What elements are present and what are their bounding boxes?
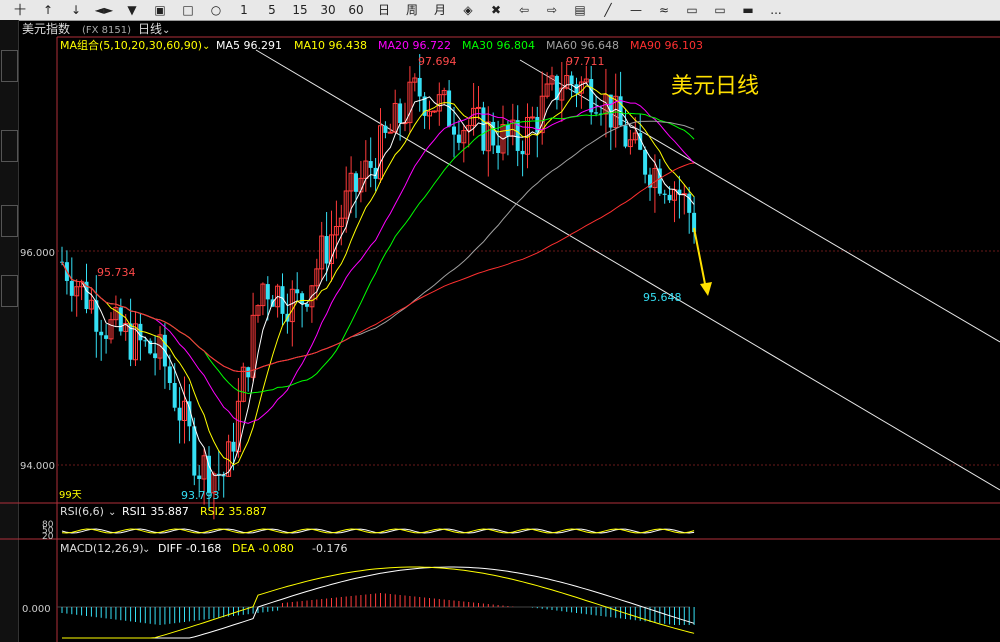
high-label-1: 97.694 <box>418 55 457 68</box>
candle-body <box>172 383 177 408</box>
chevron-down-icon[interactable]: ⌄ <box>202 41 210 52</box>
ma10-value: MA10 96.438 <box>294 39 367 52</box>
high-label-2: 97.711 <box>566 55 605 68</box>
candle-body <box>496 145 501 153</box>
ma30-value: MA30 96.804 <box>462 39 535 52</box>
candle-body <box>138 323 143 341</box>
candle-body <box>569 75 574 85</box>
macd-title[interactable]: MACD(12,26,9) <box>60 542 144 555</box>
candle-body <box>383 125 388 133</box>
candle-body <box>623 125 628 147</box>
candle-body <box>177 407 182 421</box>
rsi-axis-20: 20 <box>42 532 54 542</box>
macd-histogram-value: -0.176 <box>312 542 347 555</box>
down-arrow-icon <box>693 227 712 296</box>
symbol-code: (FX 8151) <box>82 25 131 36</box>
candle-body <box>594 112 599 114</box>
rsi-title[interactable]: RSI(6,6) <box>60 505 104 518</box>
symbol-title: 美元指数 <box>22 21 70 36</box>
candle-body <box>431 110 437 113</box>
candle-body <box>554 75 559 101</box>
bottom-low-label: 93.793 <box>181 489 220 502</box>
rsi2-value: RSI2 35.887 <box>200 505 267 518</box>
ma5-value: MA5 96.291 <box>216 39 282 52</box>
macd-diff-value: DIFF -0.168 <box>158 542 221 555</box>
candle-body <box>373 167 378 179</box>
candle-body <box>324 236 329 264</box>
candles-group <box>60 54 697 520</box>
candle-body <box>354 173 358 192</box>
candle-body <box>231 441 236 452</box>
chevron-down-icon[interactable]: ⌄ <box>162 25 170 36</box>
chevron-down-icon[interactable]: ⌄ <box>108 507 116 518</box>
candle-body <box>452 126 456 135</box>
ma-group-label[interactable]: MA组合(5,10,20,30,60,90) <box>60 38 202 52</box>
left-high-label: 95.734 <box>97 266 136 279</box>
candle-body <box>305 303 309 307</box>
days-count: 99天 <box>59 490 82 501</box>
macd-dea-value: DEA -0.080 <box>232 542 294 555</box>
axis-label-94: 94.000 <box>20 461 55 472</box>
rsi-lines <box>61 528 695 534</box>
candle-body <box>167 366 172 384</box>
candle-body <box>265 284 270 300</box>
candlestick-chart[interactable]: 美元指数 (FX 8151) 日线 ⌄ MA组合(5,10,20,30,60,9… <box>0 0 1000 642</box>
recent-low-label: 95.648 <box>643 291 682 304</box>
candle-body <box>104 335 109 339</box>
trend-line-lower[interactable] <box>255 49 1000 491</box>
candle-body <box>687 193 692 213</box>
candle-body <box>662 193 667 195</box>
macd-axis-0: 0.000 <box>22 604 51 615</box>
rsi-line <box>61 528 695 534</box>
candle-body <box>529 116 535 119</box>
candle-body <box>589 79 594 113</box>
candle-body <box>197 475 202 479</box>
candle-body <box>368 161 373 168</box>
candle-body <box>417 77 422 97</box>
candle-body <box>295 289 300 294</box>
candle-body <box>520 150 525 155</box>
candle-body <box>643 149 648 175</box>
candle-body <box>387 131 393 134</box>
candle-body <box>456 134 461 143</box>
candle-body <box>118 307 123 332</box>
candle-body <box>143 340 148 342</box>
axis-label-96: 96.000 <box>20 248 55 259</box>
candle-body <box>476 106 481 109</box>
candle-body <box>246 367 251 378</box>
period-select[interactable]: 日线 <box>138 22 162 36</box>
candle-body <box>99 331 104 336</box>
chevron-down-icon[interactable]: ⌄ <box>142 544 150 555</box>
macd-diff-line <box>62 566 695 639</box>
candle-body <box>667 194 672 201</box>
macd-histogram <box>61 566 695 639</box>
ma60-value: MA60 96.648 <box>546 39 619 52</box>
candle-body <box>192 426 197 476</box>
candle-body <box>300 293 305 304</box>
chart-annotation: 美元日线 <box>671 74 759 99</box>
macd-dea-line <box>62 566 695 639</box>
ma90-value: MA90 96.103 <box>630 39 703 52</box>
ma20-value: MA20 96.722 <box>378 39 451 52</box>
candle-body <box>398 103 403 124</box>
rsi1-value: RSI1 35.887 <box>122 505 189 518</box>
candle-body <box>69 280 74 296</box>
candle-body <box>153 353 158 359</box>
